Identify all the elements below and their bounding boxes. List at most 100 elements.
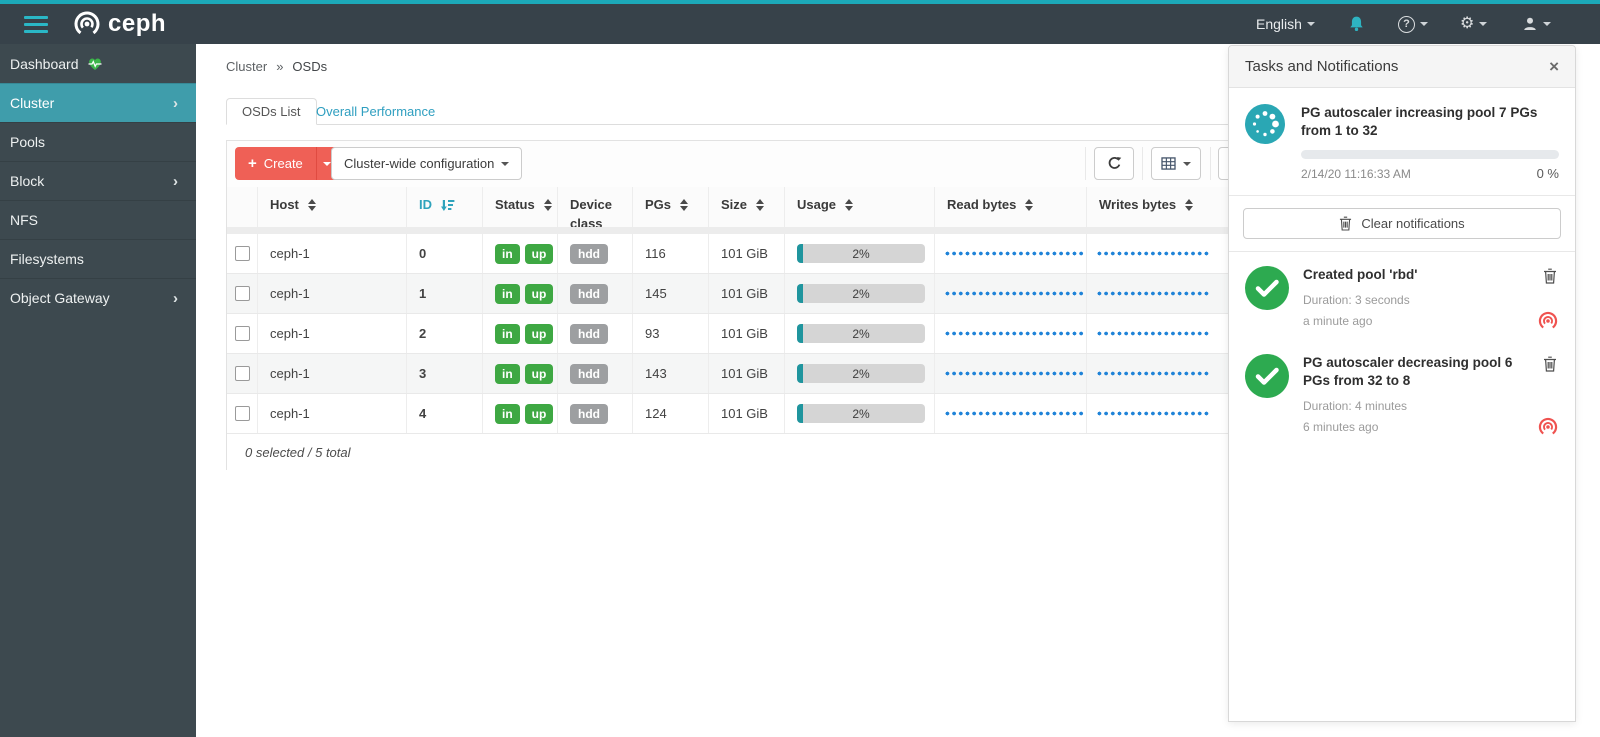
sort-icon	[544, 199, 552, 211]
sidebar-item-block[interactable]: Block ›	[0, 161, 196, 200]
row-checkbox[interactable]	[235, 366, 250, 381]
breadcrumb-section[interactable]: Cluster	[226, 59, 267, 74]
sort-icon	[1185, 199, 1193, 211]
sort-icon	[1025, 199, 1033, 211]
sidebar-item-nfs[interactable]: NFS	[0, 200, 196, 239]
help-dropdown[interactable]: ?	[1398, 4, 1428, 44]
writes-bytes-sparkline	[1097, 371, 1210, 376]
ceph-dashboard-page: ceph English ? ⚙ Dashboard Cluster	[0, 0, 1600, 737]
toolbar-divider	[1210, 147, 1211, 180]
col-header-device-class[interactable]: Device class	[558, 187, 633, 227]
ceph-alert-icon[interactable]	[1537, 310, 1559, 332]
pgs-cell: 93	[633, 314, 709, 353]
close-icon[interactable]: ×	[1549, 58, 1559, 75]
device-class-cell: hdd	[558, 394, 633, 433]
sort-icon	[756, 199, 764, 211]
create-button[interactable]: +Create	[235, 147, 338, 180]
clear-notifications-button[interactable]: Clear notifications	[1243, 208, 1561, 239]
col-header-status[interactable]: Status	[483, 187, 558, 227]
read-bytes-sparkline	[945, 411, 1085, 416]
notifications-panel-header: Tasks and Notifications ×	[1229, 46, 1575, 88]
gear-icon: ⚙	[1460, 16, 1474, 32]
sort-icon	[308, 199, 316, 211]
read-bytes-cell	[935, 314, 1087, 353]
ceph-brand[interactable]: ceph	[72, 9, 166, 39]
col-header-read-bytes[interactable]: Read bytes	[935, 187, 1087, 227]
host-cell: ceph-1	[258, 274, 407, 313]
host-cell: ceph-1	[258, 354, 407, 393]
read-bytes-sparkline	[945, 371, 1085, 376]
col-header-size[interactable]: Size	[709, 187, 785, 227]
tab-osds-list[interactable]: OSDs List	[226, 98, 317, 125]
pgs-cell: 124	[633, 394, 709, 433]
bell-icon[interactable]	[1348, 4, 1365, 44]
user-dropdown[interactable]	[1522, 4, 1551, 44]
help-icon: ?	[1398, 16, 1415, 33]
sort-ascending-icon	[441, 199, 455, 211]
chevron-down-icon	[1183, 162, 1191, 166]
sidebar-item-filesystems[interactable]: Filesystems	[0, 239, 196, 278]
task-progress-bar	[1301, 150, 1559, 159]
sidebar-item-dashboard[interactable]: Dashboard	[0, 44, 196, 83]
col-label: Status	[495, 195, 535, 214]
size-cell: 101 GiB	[709, 234, 785, 273]
brand-text: ceph	[108, 10, 166, 38]
read-bytes-cell	[935, 354, 1087, 393]
toolbar-divider	[1142, 147, 1143, 180]
top-navbar: ceph English ? ⚙	[0, 4, 1600, 44]
status-badge-in: in	[495, 364, 520, 384]
writes-bytes-sparkline	[1097, 411, 1210, 416]
device-class-badge: hdd	[570, 244, 608, 264]
pgs-cell: 145	[633, 274, 709, 313]
cluster-wide-configuration-button[interactable]: Cluster-wide configuration	[331, 147, 522, 180]
device-class-cell: hdd	[558, 234, 633, 273]
ceph-alert-icon[interactable]	[1537, 416, 1559, 438]
refresh-button[interactable]	[1094, 147, 1134, 180]
settings-dropdown[interactable]: ⚙	[1460, 4, 1487, 44]
chevron-down-icon	[501, 162, 509, 166]
size-cell: 101 GiB	[709, 314, 785, 353]
sidebar-item-label: Dashboard	[10, 56, 79, 72]
id-cell: 2	[407, 314, 483, 353]
sidebar-item-pools[interactable]: Pools	[0, 122, 196, 161]
column-toggle-button[interactable]	[1151, 147, 1201, 180]
language-dropdown[interactable]: English	[1256, 4, 1315, 44]
trash-icon[interactable]	[1543, 356, 1557, 372]
hamburger-icon[interactable]	[24, 16, 48, 33]
sidebar-item-label: NFS	[10, 212, 38, 228]
host-cell: ceph-1	[258, 234, 407, 273]
row-checkbox[interactable]	[235, 246, 250, 261]
device-class-cell: hdd	[558, 354, 633, 393]
trash-icon[interactable]	[1543, 268, 1557, 284]
col-label: Usage	[797, 195, 836, 214]
notification-time-ago: 6 minutes ago	[1303, 420, 1533, 434]
tab-overall-performance[interactable]: Overall Performance	[316, 104, 435, 119]
col-header-id[interactable]: ID	[407, 187, 483, 227]
notification-title: Created pool 'rbd'	[1303, 266, 1533, 284]
read-bytes-cell	[935, 274, 1087, 313]
col-header-host[interactable]: Host	[258, 187, 407, 227]
row-checkbox[interactable]	[235, 406, 250, 421]
size-cell: 101 GiB	[709, 274, 785, 313]
create-button-label: Create	[264, 156, 303, 171]
breadcrumb-separator: »	[276, 59, 283, 74]
status-badge-up: up	[525, 364, 554, 384]
sidebar-item-cluster[interactable]: Cluster ›	[0, 83, 196, 122]
pgs-cell: 143	[633, 354, 709, 393]
usage-bar: 2%	[797, 324, 925, 343]
usage-cell: 2%	[785, 394, 935, 433]
usage-value: 2%	[797, 324, 925, 343]
row-checkbox[interactable]	[235, 326, 250, 341]
sidebar-item-object-gateway[interactable]: Object Gateway ›	[0, 278, 196, 317]
host-cell: ceph-1	[258, 394, 407, 433]
sort-icon	[680, 199, 688, 211]
usage-value: 2%	[797, 244, 925, 263]
col-header-usage[interactable]: Usage	[785, 187, 935, 227]
usage-value: 2%	[797, 404, 925, 423]
status-cell: inup	[483, 394, 558, 433]
task-percent: 0 %	[1537, 166, 1559, 181]
row-checkbox[interactable]	[235, 286, 250, 301]
chevron-right-icon: ›	[173, 173, 178, 190]
refresh-icon	[1107, 156, 1122, 171]
col-header-pgs[interactable]: PGs	[633, 187, 709, 227]
